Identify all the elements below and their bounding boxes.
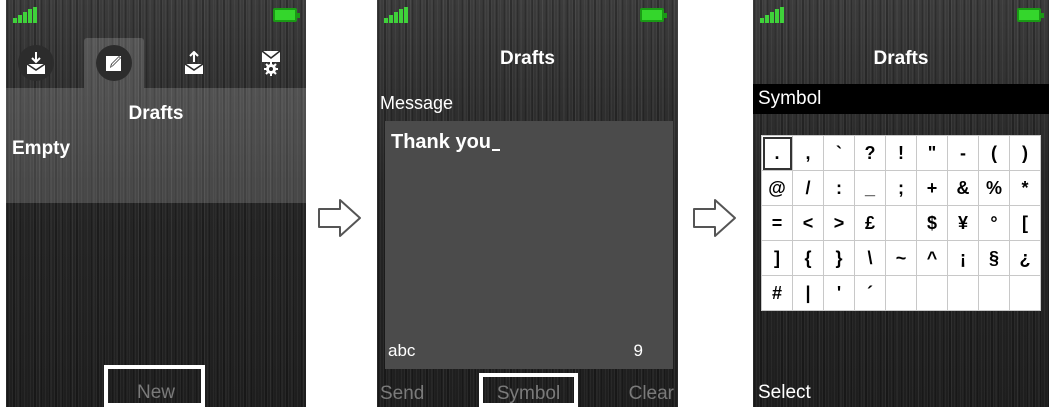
symbol-grid: ., `?! " -() @ /: _; + &% * = < > £ $ ¥ °[]{} \ ~ ^ ¡ § ¿ # | ' ´ (761, 135, 1041, 311)
tab-outbox[interactable] (164, 38, 224, 88)
symbol-row: @ /: _; + &% * (761, 170, 1041, 206)
symbol-cell[interactable] (947, 275, 979, 311)
symbol-cell[interactable] (885, 275, 917, 311)
message-settings-icon (253, 45, 289, 81)
symbol-cell[interactable] (916, 275, 948, 311)
outbox-upload-icon (176, 45, 212, 81)
symbol-picker-screen: Drafts Symbol ., `?! " -() @ /: _; + &% * = < > £ $ ¥ °[… (753, 0, 1049, 407)
symbol-cell[interactable]: ; (885, 170, 917, 206)
message-text: Thank you (391, 131, 501, 154)
symbol-cell[interactable]: , (792, 135, 824, 171)
symbol-cell[interactable]: ¥ (947, 205, 979, 241)
symbol-cell[interactable]: ? (854, 135, 886, 171)
symbol-row: # | ' ´ (761, 275, 1041, 311)
symbol-cell[interactable]: * (1009, 170, 1041, 206)
symbol-cell[interactable]: £ (854, 205, 886, 241)
new-button[interactable]: New (6, 382, 306, 404)
symbol-cell[interactable]: # (761, 275, 793, 311)
symbol-cell[interactable]: = (761, 205, 793, 241)
softkey-bar: Send Symbol Clear (377, 373, 678, 407)
symbol-cell[interactable]: " (916, 135, 948, 171)
symbol-cell[interactable]: | (792, 275, 824, 311)
softkey-bar: New (6, 365, 306, 407)
symbol-cell[interactable]: - (947, 135, 979, 171)
symbol-cell[interactable]: _ (854, 170, 886, 206)
clear-button[interactable]: Clear (629, 383, 674, 405)
drafts-list-screen: Drafts Empty New (6, 0, 306, 407)
battery-icon (1017, 8, 1044, 22)
symbol-cell[interactable]: § (978, 240, 1010, 276)
tab-message-settings[interactable] (241, 38, 301, 88)
battery-icon (273, 8, 300, 22)
symbol-row: = < > £ $ ¥ °[ (761, 205, 1041, 241)
symbol-cell[interactable]: + (916, 170, 948, 206)
symbol-cell[interactable]: ( (978, 135, 1010, 171)
symbol-cell[interactable]: ] (761, 240, 793, 276)
tab-inbox[interactable] (6, 38, 66, 88)
symbol-cell[interactable]: @ (761, 170, 793, 206)
battery-icon (640, 8, 667, 22)
symbol-cell[interactable]: : (823, 170, 855, 206)
send-button[interactable]: Send (380, 383, 424, 405)
tab-drafts[interactable] (84, 38, 144, 88)
character-count: 9 (633, 341, 643, 360)
list-item[interactable]: Empty (12, 138, 70, 160)
symbol-cell[interactable]: \ (854, 240, 886, 276)
message-field-label: Message (380, 93, 454, 113)
symbol-cell[interactable]: . (761, 135, 793, 171)
symbol-cell[interactable]: / (792, 170, 824, 206)
message-input[interactable]: Thank you abc 9 (385, 121, 673, 369)
compose-edit-icon (96, 45, 132, 81)
symbol-cell[interactable]: & (947, 170, 979, 206)
text-cursor (492, 149, 501, 151)
symbol-cell[interactable]: ' (823, 275, 855, 311)
signal-strength-icon (384, 7, 408, 23)
symbol-header: Symbol (753, 84, 1049, 114)
symbol-cell[interactable] (885, 205, 917, 241)
symbol-cell[interactable]: ´ (854, 275, 886, 311)
signal-strength-icon (760, 7, 784, 23)
symbol-cell[interactable]: > (823, 205, 855, 241)
symbol-header-label: Symbol (758, 88, 822, 109)
symbol-button[interactable]: Symbol (479, 383, 578, 405)
message-edit-screen: Drafts Message Thank you abc 9 Send Symb… (377, 0, 678, 407)
symbol-cell[interactable]: < (792, 205, 824, 241)
screen-title: Drafts (128, 103, 184, 124)
input-mode-indicator: abc (388, 341, 416, 360)
screen-title: Drafts (873, 48, 929, 69)
symbol-cell[interactable]: ~ (885, 240, 917, 276)
right-arrow-icon (318, 199, 361, 237)
inbox-download-icon (18, 45, 54, 81)
screen-title: Drafts (500, 48, 555, 69)
symbol-cell[interactable]: } (823, 240, 855, 276)
symbol-cell[interactable] (1009, 275, 1041, 311)
symbol-cell[interactable]: { (792, 240, 824, 276)
select-button[interactable]: Select (758, 382, 811, 404)
symbol-cell[interactable]: ` (823, 135, 855, 171)
symbol-cell[interactable]: ! (885, 135, 917, 171)
message-folder-tabs (6, 38, 306, 88)
symbol-cell[interactable]: ¡ (947, 240, 979, 276)
symbol-cell[interactable]: ¿ (1009, 240, 1041, 276)
symbol-row: ]{} \ ~ ^ ¡ § ¿ (761, 240, 1041, 276)
symbol-row: ., `?! " -() (761, 135, 1041, 171)
symbol-cell[interactable]: ) (1009, 135, 1041, 171)
symbol-cell[interactable]: $ (916, 205, 948, 241)
symbol-cell[interactable]: [ (1009, 205, 1041, 241)
symbol-cell[interactable]: ^ (916, 240, 948, 276)
symbol-cell[interactable]: % (978, 170, 1010, 206)
signal-strength-icon (13, 7, 37, 23)
symbol-cell[interactable]: ° (978, 205, 1010, 241)
right-arrow-icon (693, 199, 736, 237)
symbol-cell[interactable] (978, 275, 1010, 311)
